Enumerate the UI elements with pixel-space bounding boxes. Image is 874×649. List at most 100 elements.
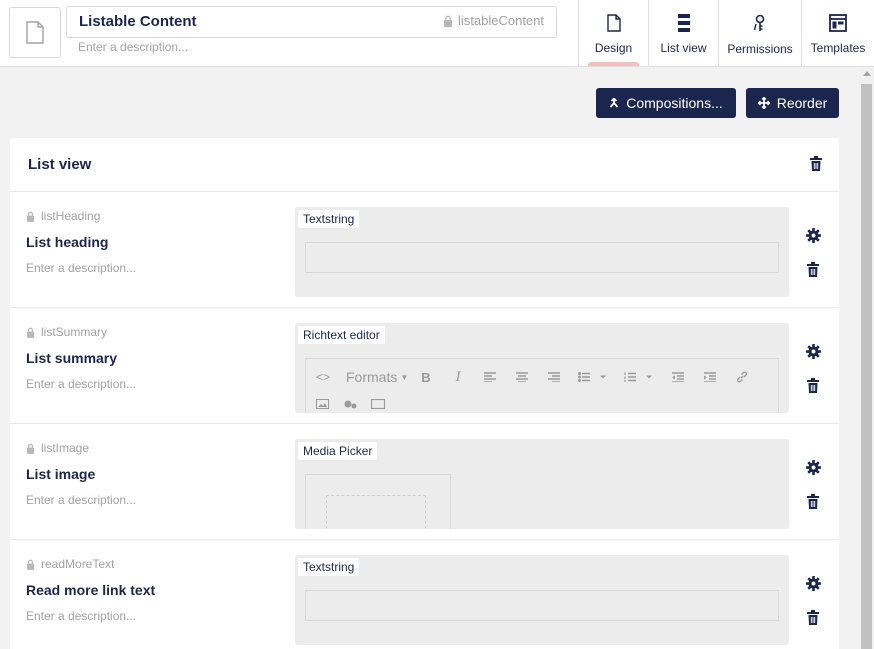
code-icon: <> [315,370,330,384]
property-settings-button[interactable] [806,460,821,475]
delete-property-button[interactable] [807,378,819,393]
property-row: listSummary List summary Enter a descrip… [10,308,839,424]
name-input[interactable]: Listable Content listableContent [66,6,557,38]
tab-label: List view [660,41,707,55]
property-description[interactable]: Enter a description... [26,261,136,275]
property-alias[interactable]: readMoreText [26,557,114,571]
property-settings-button[interactable] [806,344,821,359]
alias-value: listImage [41,441,90,455]
image-icon [316,399,329,409]
property-name[interactable]: List heading [26,234,108,250]
property-name[interactable]: List image [26,466,95,482]
alias-value: listableContent [458,13,544,28]
media-placeholder [326,495,426,529]
property-description[interactable]: Enter a description... [26,493,136,507]
property-alias[interactable]: listHeading [26,209,100,223]
tab-list-view[interactable]: List view [648,0,718,66]
move-icon [757,97,770,109]
chevron-down-icon: ▼ [400,372,409,382]
property-editor-preview[interactable]: Media Picker [295,439,789,529]
indent-icon [694,367,726,387]
media-picker-preview [305,474,451,529]
delete-property-button[interactable] [807,610,819,625]
scroll-up-arrow-icon[interactable] [863,71,871,76]
trash-icon [807,378,819,393]
alias-value: readMoreText [41,557,115,571]
property-row: readMoreText Read more link text Enter a… [10,540,839,649]
editor-header: Listable Content listableContent Enter a… [0,0,874,67]
property-group-card: List view listHeading List heading Enter… [10,138,839,649]
property-editor-preview[interactable]: Richtext editor <> Formats ▼ B I [295,323,789,413]
formats-label: Formats [346,369,398,385]
editor-tabs: Design List view Permissions Templates [578,0,874,66]
gear-icon [806,228,821,243]
property-row: listHeading List heading Enter a descrip… [10,192,839,308]
textstring-preview [305,242,779,273]
tab-label: Design [594,41,633,55]
compositions-button[interactable]: Compositions... [596,88,736,118]
property-row: listImage List image Enter a description… [10,424,839,540]
layout-icon [829,14,847,32]
document-icon [606,14,621,32]
gear-icon [806,344,821,359]
bold-icon: B [421,369,431,385]
property-settings-button[interactable] [806,228,821,243]
keys-icon [753,14,765,31]
merge-icon [610,98,619,108]
description-input[interactable]: Enter a description... [78,40,188,54]
lock-icon [26,443,35,454]
tab-templates[interactable]: Templates [801,0,874,66]
rte-toolbar-row-2 [316,399,385,409]
vertical-scrollbar[interactable] [859,67,874,649]
textstring-preview [305,590,779,621]
property-alias[interactable]: listSummary [26,325,107,339]
formats-dropdown: Formats ▼ [340,367,410,387]
property-name[interactable]: List summary [26,350,117,366]
list-icon [677,14,690,32]
reorder-button[interactable]: Reorder [746,88,839,118]
document-type-icon-picker[interactable] [9,7,61,58]
delete-property-button[interactable] [807,494,819,509]
property-settings-button[interactable] [806,576,821,591]
trash-icon [807,494,819,509]
tab-permissions[interactable]: Permissions [718,0,801,66]
delete-group-button[interactable] [810,156,822,171]
gear-icon [806,576,821,591]
lock-icon [26,211,35,222]
embed-icon [371,399,385,409]
reorder-label: Reorder [776,95,828,111]
property-alias[interactable]: listImage [26,441,89,455]
editor-name-label: Textstring [298,210,360,228]
macro-icon [344,400,357,409]
editor-name-label: Media Picker [298,442,378,460]
richtext-preview: <> Formats ▼ B I [305,358,779,413]
alias-value: listHeading [41,209,101,223]
property-description[interactable]: Enter a description... [26,377,136,391]
trash-icon [810,156,822,171]
italic-icon: I [455,368,461,385]
gear-icon [806,460,821,475]
align-right-icon [538,367,570,387]
lock-icon [26,559,35,570]
align-center-icon [506,367,538,387]
lock-icon [26,327,35,338]
editor-name-label: Textstring [298,558,360,576]
outdent-icon [662,367,694,387]
alias-field[interactable]: listableContent [443,13,544,28]
delete-property-button[interactable] [807,262,819,277]
tab-design[interactable]: Design [578,0,648,66]
property-description[interactable]: Enter a description... [26,609,136,623]
property-name[interactable]: Read more link text [26,582,155,598]
link-icon [726,367,758,387]
property-editor-preview[interactable]: Textstring [295,555,789,645]
scrollbar-thumb[interactable] [861,84,872,649]
compositions-label: Compositions... [626,95,723,111]
name-value: Listable Content [79,13,197,30]
property-editor-preview[interactable]: Textstring [295,207,789,297]
numbered-list-icon [616,367,662,387]
trash-icon [807,262,819,277]
tab-label: Templates [810,41,866,55]
group-title[interactable]: List view [28,156,91,173]
lock-icon [444,15,452,27]
document-icon [26,21,44,44]
